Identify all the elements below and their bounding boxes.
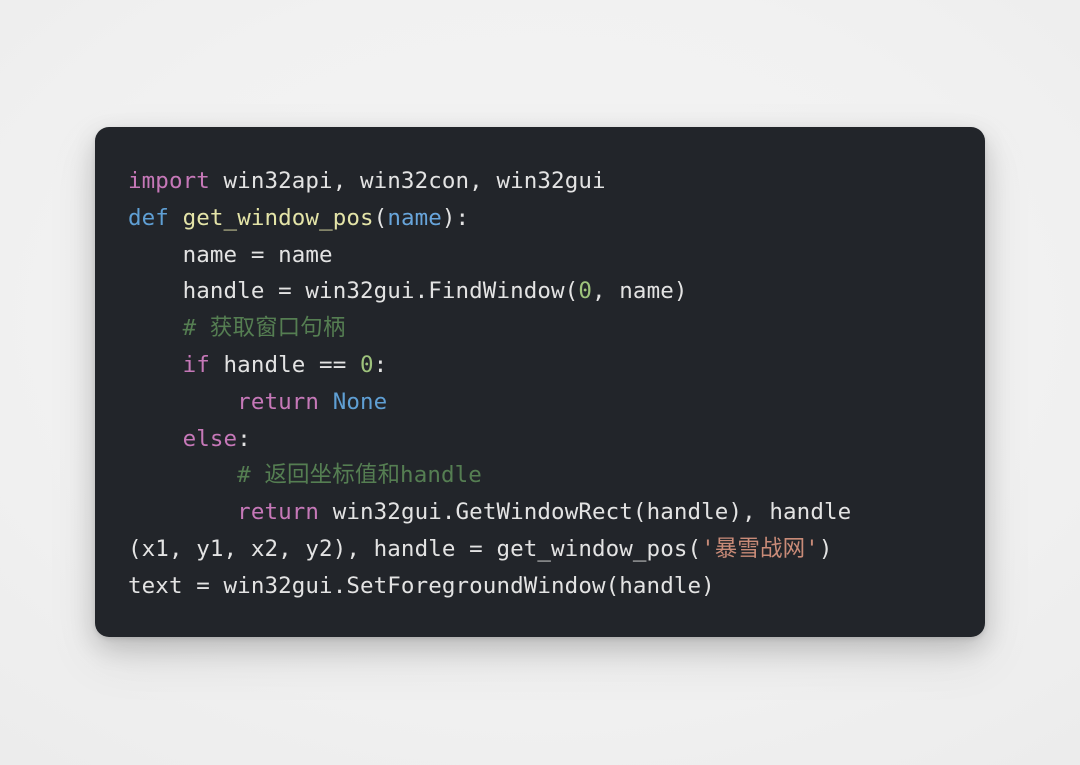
code-token-plain: win32gui.GetWindowRect(handle), handle [319, 499, 852, 526]
page-background: import win32api, win32con, win32gui def g… [0, 0, 1080, 765]
code-token-kw: else [182, 425, 238, 452]
code-token-str: '暴雪战网' [701, 535, 819, 562]
code-line: return None [128, 384, 975, 421]
code-token-plain: ) [818, 535, 833, 562]
code-token-fn: get_window_pos [182, 204, 374, 231]
code-token-num: 0 [578, 278, 592, 305]
code-line: else: [128, 421, 975, 458]
code-token-plain: , name) [591, 278, 688, 305]
code-line: if handle == 0: [128, 347, 975, 384]
code-token-plain: name = name [128, 241, 333, 268]
code-token-punc: ( [373, 204, 388, 231]
code-token-plain: win32api, win32con, win32gui [209, 168, 606, 194]
code-block[interactable]: import win32api, win32con, win32gui def g… [128, 163, 975, 605]
code-token-punc: ): [441, 204, 470, 231]
code-token-kw: if [182, 351, 210, 378]
code-line: def get_window_pos(name): [128, 200, 975, 237]
code-token-param: name [387, 204, 442, 231]
code-token-def: def [128, 204, 169, 231]
code-token-comment: # 获取窗口句柄 [128, 315, 346, 342]
code-line: text = win32gui.SetForegroundWindow(hand… [128, 568, 975, 605]
code-token-kw: return [237, 388, 320, 415]
code-token-plain: handle == [209, 351, 360, 378]
code-token-plain: : [373, 351, 388, 378]
code-token-kw: return [237, 499, 320, 526]
code-line: import win32api, win32con, win32gui [128, 163, 975, 200]
code-token-plain: (x1, y1, x2, y2), handle = get_window_po… [128, 535, 702, 562]
code-token-comment: # 返回坐标值和handle [128, 462, 482, 489]
code-token-plain: : [237, 425, 251, 452]
code-line: handle = win32gui.FindWindow(0, name) [128, 273, 975, 310]
code-token-plain: handle = win32gui.FindWindow( [128, 278, 579, 305]
code-token-builtin: None [332, 388, 388, 415]
code-line: # 获取窗口句柄 [128, 310, 975, 347]
code-token-kw: import [128, 168, 210, 194]
code-line: # 返回坐标值和handle [128, 457, 975, 494]
code-token-plain: text = win32gui.SetForegroundWindow(hand… [128, 572, 715, 599]
code-line: (x1, y1, x2, y2), handle = get_window_po… [128, 531, 975, 568]
code-snippet-card: import win32api, win32con, win32gui def g… [95, 127, 985, 637]
code-line: return win32gui.GetWindowRect(handle), h… [128, 494, 975, 531]
code-token-num: 0 [360, 351, 374, 378]
code-line: name = name [128, 237, 975, 274]
